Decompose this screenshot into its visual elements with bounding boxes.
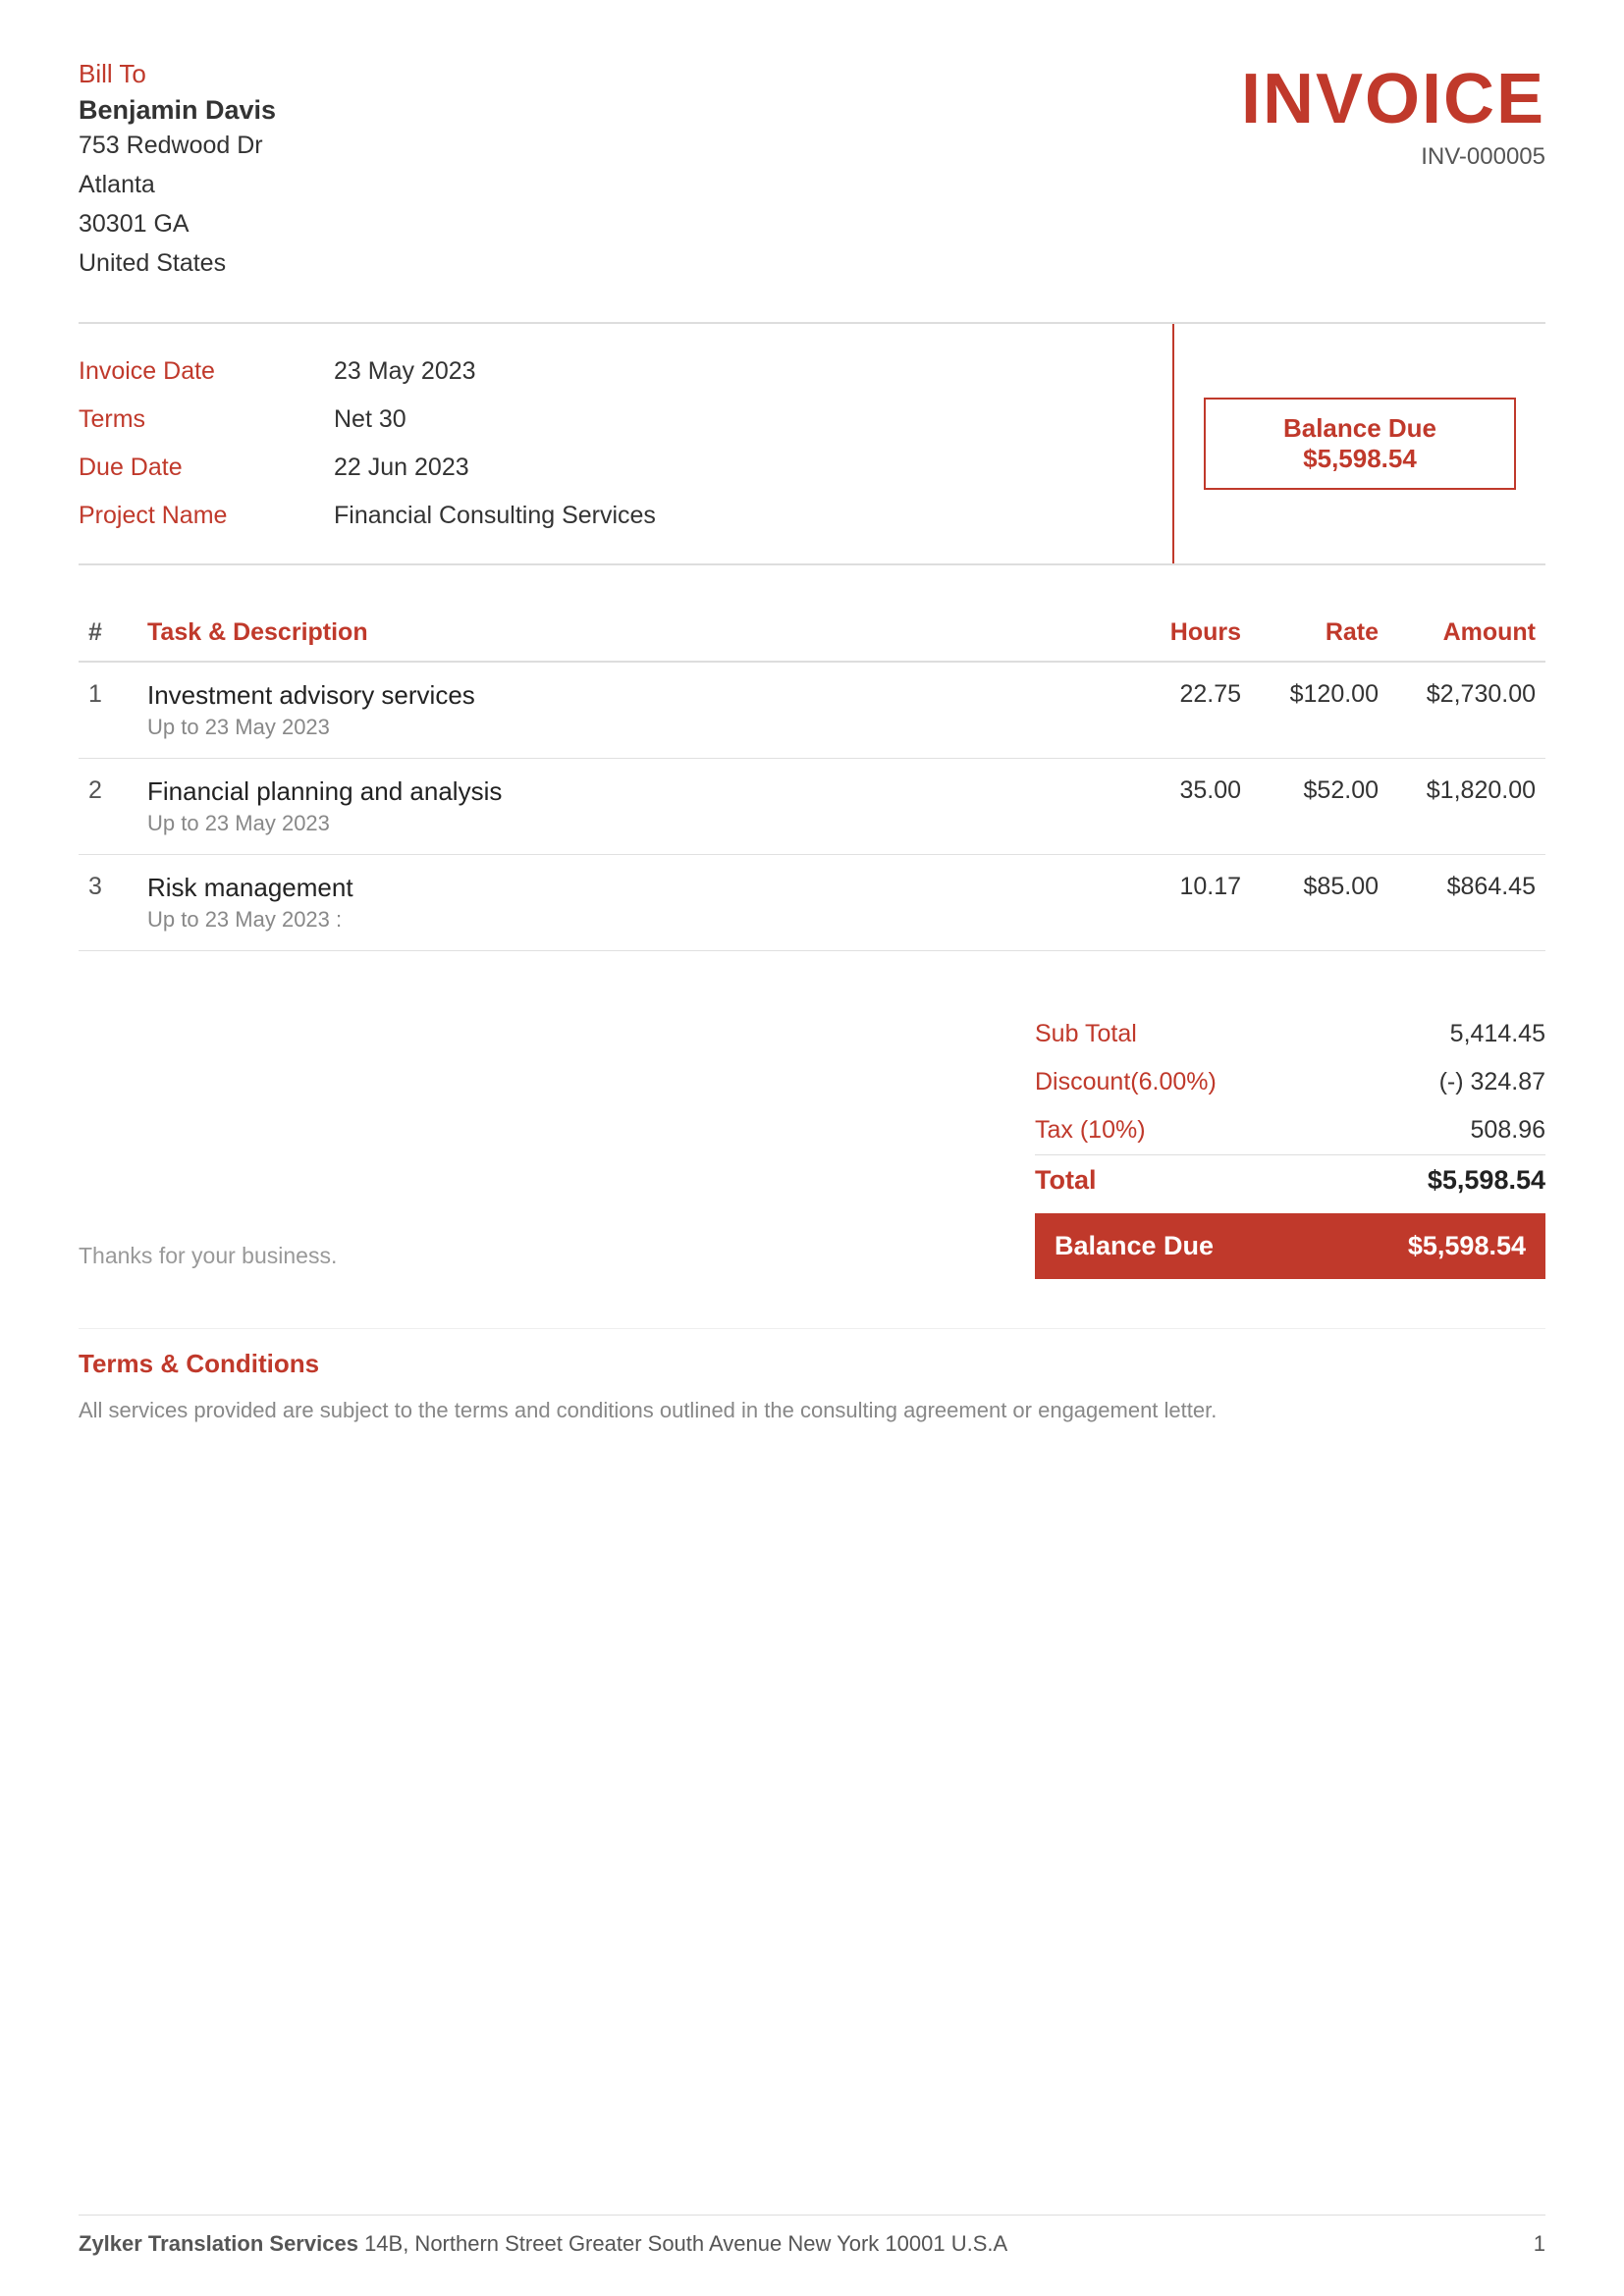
balance-due-label: Balance Due xyxy=(1283,413,1436,443)
due-date-label: Due Date xyxy=(79,454,334,482)
row-hours: 22.75 xyxy=(1113,662,1251,759)
row-rate: $52.00 xyxy=(1251,759,1388,855)
info-right: Balance Due $5,598.54 xyxy=(1172,324,1545,563)
footer-page: 1 xyxy=(1534,2231,1545,2257)
total-value: $5,598.54 xyxy=(1428,1165,1545,1196)
bill-to-name: Benjamin Davis xyxy=(79,95,276,126)
subtotal-label: Sub Total xyxy=(1035,1020,1137,1048)
table-header-row: # Task & Description Hours Rate Amount xyxy=(79,605,1545,662)
invoice-date-label: Invoice Date xyxy=(79,357,334,386)
bill-to-block: Bill To Benjamin Davis 753 Redwood Dr At… xyxy=(79,59,276,283)
th-task: Task & Description xyxy=(137,605,1113,662)
totals-block: Sub Total 5,414.45 Discount(6.00%) (-) 3… xyxy=(1035,1010,1545,1279)
table-row: 2 Financial planning and analysis Up to … xyxy=(79,759,1545,855)
table-row: 1 Investment advisory services Up to 23 … xyxy=(79,662,1545,759)
total-label: Total xyxy=(1035,1165,1097,1196)
bill-to-city: Atlanta xyxy=(79,171,155,198)
footer-left: Zylker Translation Services 14B, Norther… xyxy=(79,2231,1007,2257)
project-name-row: Project Name Financial Consulting Servic… xyxy=(79,492,1172,540)
footer-brand: Zylker Translation Services xyxy=(79,2231,358,2256)
bill-to-address-line1: 753 Redwood Dr xyxy=(79,132,263,159)
balance-due-final-value: $5,598.54 xyxy=(1408,1231,1526,1261)
invoice-date-value: 23 May 2023 xyxy=(334,357,476,386)
tax-label: Tax (10%) xyxy=(1035,1116,1146,1145)
total-row: Total $5,598.54 xyxy=(1035,1154,1545,1205)
terms-value: Net 30 xyxy=(334,405,406,434)
row-rate: $120.00 xyxy=(1251,662,1388,759)
tax-value: 508.96 xyxy=(1471,1116,1545,1145)
bill-to-label: Bill To xyxy=(79,59,276,89)
bill-to-address: 753 Redwood Dr Atlanta 30301 GA United S… xyxy=(79,126,276,283)
tax-row: Tax (10%) 508.96 xyxy=(1035,1106,1545,1154)
row-task-main: Investment advisory services xyxy=(147,680,1104,711)
row-hours: 35.00 xyxy=(1113,759,1251,855)
row-task: Investment advisory services Up to 23 Ma… xyxy=(137,662,1113,759)
row-task: Financial planning and analysis Up to 23… xyxy=(137,759,1113,855)
balance-due-amount: $5,598.54 xyxy=(1303,444,1417,473)
row-amount: $1,820.00 xyxy=(1388,759,1545,855)
row-task-sub: Up to 23 May 2023 xyxy=(147,715,1104,740)
table-row: 3 Risk management Up to 23 May 2023 : 10… xyxy=(79,855,1545,951)
terms-title: Terms & Conditions xyxy=(79,1349,1545,1379)
project-name-label: Project Name xyxy=(79,502,334,530)
subtotal-row: Sub Total 5,414.45 xyxy=(1035,1010,1545,1058)
row-rate: $85.00 xyxy=(1251,855,1388,951)
row-hours: 10.17 xyxy=(1113,855,1251,951)
discount-value: (-) 324.87 xyxy=(1439,1068,1545,1096)
row-num: 1 xyxy=(79,662,137,759)
due-date-row: Due Date 22 Jun 2023 xyxy=(79,444,1172,492)
row-task-sub: Up to 23 May 2023 xyxy=(147,811,1104,836)
row-task-sub: Up to 23 May 2023 : xyxy=(147,907,1104,933)
row-task-main: Risk management xyxy=(147,873,1104,903)
invoice-number: INV-000005 xyxy=(1241,143,1545,171)
invoice-header: Bill To Benjamin Davis 753 Redwood Dr At… xyxy=(79,59,1545,283)
terms-text: All services provided are subject to the… xyxy=(79,1393,1545,1427)
invoice-title: INVOICE xyxy=(1241,59,1545,139)
th-amount: Amount xyxy=(1388,605,1545,662)
th-hash: # xyxy=(79,605,137,662)
row-num: 2 xyxy=(79,759,137,855)
balance-due-final-row: Balance Due $5,598.54 xyxy=(1035,1213,1545,1279)
bill-to-zip-state: 30301 GA xyxy=(79,210,189,238)
row-task-main: Financial planning and analysis xyxy=(147,776,1104,807)
items-table: # Task & Description Hours Rate Amount 1… xyxy=(79,605,1545,951)
footer-address: 14B, Northern Street Greater South Avenu… xyxy=(364,2231,1007,2256)
row-task: Risk management Up to 23 May 2023 : xyxy=(137,855,1113,951)
bottom-section: Thanks for your business. Sub Total 5,41… xyxy=(79,1010,1545,1279)
th-hours: Hours xyxy=(1113,605,1251,662)
info-left: Invoice Date 23 May 2023 Terms Net 30 Du… xyxy=(79,324,1172,563)
th-rate: Rate xyxy=(1251,605,1388,662)
invoice-date-row: Invoice Date 23 May 2023 xyxy=(79,347,1172,396)
info-section: Invoice Date 23 May 2023 Terms Net 30 Du… xyxy=(79,322,1545,565)
balance-due-box: Balance Due $5,598.54 xyxy=(1204,398,1516,490)
discount-row: Discount(6.00%) (-) 324.87 xyxy=(1035,1058,1545,1106)
invoice-title-block: INVOICE INV-000005 xyxy=(1241,59,1545,171)
terms-section: Terms & Conditions All services provided… xyxy=(79,1328,1545,1427)
subtotal-value: 5,414.45 xyxy=(1450,1020,1545,1048)
terms-label: Terms xyxy=(79,405,334,434)
row-num: 3 xyxy=(79,855,137,951)
due-date-value: 22 Jun 2023 xyxy=(334,454,469,482)
project-name-value: Financial Consulting Services xyxy=(334,502,656,530)
row-amount: $864.45 xyxy=(1388,855,1545,951)
thanks-text: Thanks for your business. xyxy=(79,1243,337,1279)
balance-due-final-label: Balance Due xyxy=(1055,1231,1214,1261)
discount-label: Discount(6.00%) xyxy=(1035,1068,1217,1096)
footer: Zylker Translation Services 14B, Norther… xyxy=(79,2215,1545,2257)
terms-row: Terms Net 30 xyxy=(79,396,1172,444)
bill-to-country: United States xyxy=(79,249,226,277)
row-amount: $2,730.00 xyxy=(1388,662,1545,759)
